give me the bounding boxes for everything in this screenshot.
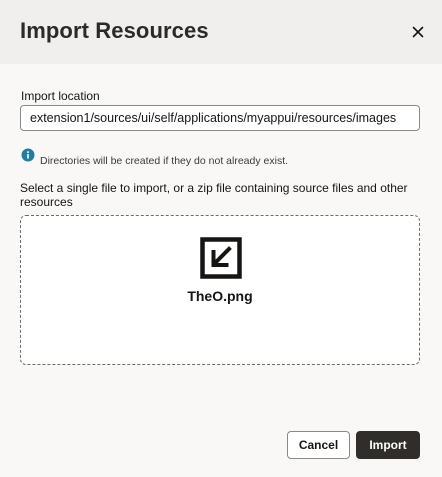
selected-file-name: TheO.png [187, 288, 253, 304]
import-file-icon [200, 237, 242, 279]
info-message: Directories will be created if they do n… [40, 155, 289, 167]
upload-instructions: Select a single file to import, or a zip… [20, 181, 408, 209]
import-resources-dialog: Import Resources Import location Directo… [0, 0, 442, 477]
dialog-title: Import Resources [20, 18, 209, 43]
info-icon [21, 148, 35, 162]
import-location-label: Import location [21, 89, 100, 103]
dialog-header: Import Resources [0, 0, 442, 64]
close-button[interactable] [404, 18, 432, 46]
close-icon [412, 26, 424, 38]
import-button[interactable]: Import [356, 431, 420, 459]
file-drop-zone[interactable]: TheO.png [20, 215, 420, 365]
import-location-input[interactable] [20, 105, 420, 131]
cancel-button[interactable]: Cancel [287, 431, 350, 459]
